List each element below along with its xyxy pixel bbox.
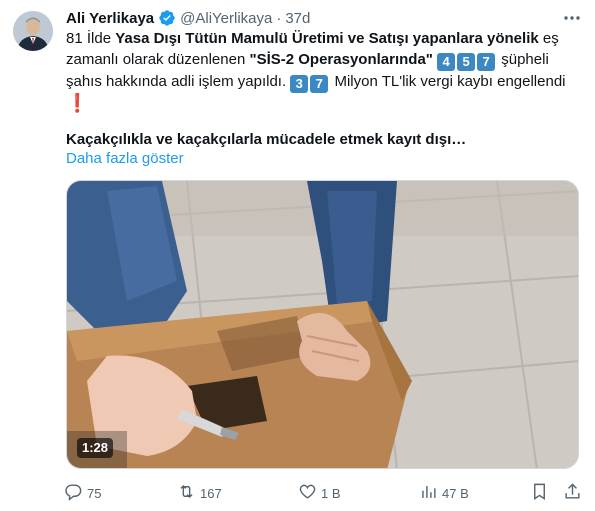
like-count: 1 B (321, 485, 341, 501)
show-more-link[interactable]: Daha fazla göster (66, 149, 184, 169)
text-segment: Milyon TL'lik vergi kaybı engellendi (334, 73, 566, 90)
keycap-digit: 3 (290, 75, 309, 93)
tweet-line-4: ❗ (66, 93, 581, 115)
tweet-headline: Kaçakçılıkla ve kaçakçılarla mücadele et… (66, 131, 467, 148)
video-duration-badge: 1:28 (77, 438, 114, 458)
text-segment: şahıs hakkında adli işlem yapıldı. (66, 73, 291, 90)
tweet-line-3: şahıs hakkında adli işlem yapıldı. 37 Mi… (66, 71, 581, 93)
heart-icon (298, 482, 317, 504)
tweet-timestamp[interactable]: 37d (285, 10, 310, 27)
video-frame (67, 181, 578, 468)
keycap-digit: 4 (437, 53, 456, 71)
reply-button[interactable]: 75 (64, 480, 101, 506)
view-count: 47 B (442, 485, 469, 501)
text-segment: 81 İlde (66, 30, 116, 47)
action-bar: 75 167 1 B 47 B (60, 480, 585, 506)
operation-name: "SİS-2 Operasyonlarında" (249, 51, 433, 68)
tweet-line-1: 81 İlde Yasa Dışı Tütün Mamulü Üretimi v… (66, 28, 581, 49)
exclamation-emoji-icon: ❗ (66, 93, 89, 113)
text-bold-segment: Yasa Dışı Tütün Mamulü Üretimi ve Satışı… (115, 30, 539, 47)
like-button[interactable]: 1 B (298, 480, 341, 506)
tweet-line-2: zamanlı olarak düzenlenen "SİS-2 Operasy… (66, 49, 581, 71)
repost-count: 167 (200, 485, 222, 501)
more-options-icon[interactable] (561, 9, 583, 27)
separator-dot: · (276, 9, 282, 27)
keycap-digit: 7 (310, 75, 329, 93)
bookmark-icon (530, 482, 549, 504)
tweet-header: Ali Yerlikaya @AliYerlikaya · 37d (66, 8, 310, 28)
keycap-digit: 5 (457, 53, 476, 71)
tweet: Ali Yerlikaya @AliYerlikaya · 37d 81 İld… (0, 0, 595, 511)
avatar[interactable] (13, 11, 53, 51)
share-button[interactable] (563, 480, 582, 506)
keycap-digit: 7 (477, 53, 496, 71)
share-icon (563, 482, 582, 504)
text-segment: şüpheli (501, 51, 549, 68)
tweet-text: 81 İlde Yasa Dışı Tütün Mamulü Üretimi v… (66, 28, 581, 115)
verified-badge-icon (158, 9, 176, 27)
repost-button[interactable]: 167 (177, 480, 222, 506)
views-chart-icon (419, 482, 438, 504)
text-segment: zamanlı olarak düzenlenen (66, 51, 250, 68)
author-name[interactable]: Ali Yerlikaya (66, 10, 154, 27)
author-handle[interactable]: @AliYerlikaya (180, 10, 272, 27)
reply-icon (64, 482, 83, 504)
video-player[interactable]: 1:28 (66, 180, 579, 469)
reply-count: 75 (87, 485, 102, 501)
views-button[interactable]: 47 B (419, 480, 469, 506)
bookmark-button[interactable] (530, 480, 549, 506)
repost-icon (177, 482, 196, 504)
text-segment: eş (538, 30, 559, 47)
